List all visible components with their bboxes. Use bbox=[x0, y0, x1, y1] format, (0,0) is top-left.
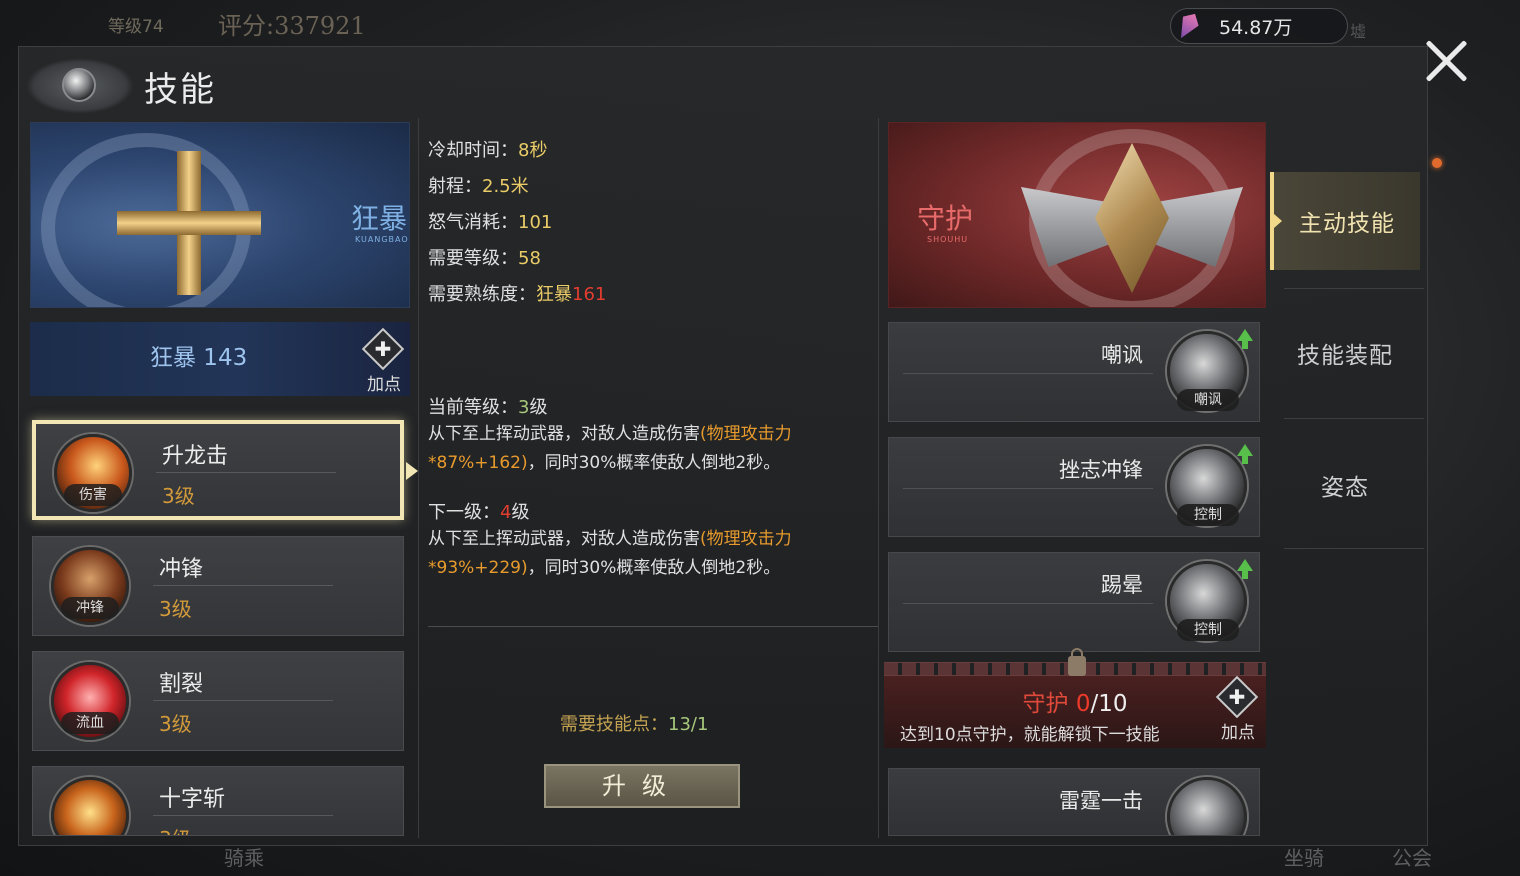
plus-icon: ✚ bbox=[1228, 685, 1246, 709]
tab-stance[interactable]: 姿态 bbox=[1270, 436, 1420, 534]
guard-progress-panel: 守护 0/10 达到10点守护，就能解锁下一技能 ✚ 加点 bbox=[884, 675, 1266, 748]
skill-tag: 冲锋 bbox=[61, 597, 119, 619]
skill-item-tiyun[interactable]: 踢晕 控制 bbox=[888, 552, 1260, 652]
bottom-guild-label[interactable]: 公会 bbox=[1392, 842, 1432, 871]
notification-dot bbox=[1432, 158, 1442, 168]
skill-name: 嘲讽 bbox=[1101, 343, 1143, 367]
thunder-strike-icon bbox=[1167, 777, 1247, 835]
skill-item-chongfeng[interactable]: 冲锋 冲锋 3级 bbox=[32, 536, 404, 636]
skill-emblem-icon bbox=[26, 50, 136, 120]
cooldown-value: 8秒 bbox=[518, 140, 548, 161]
skill-tag: 嘲讽 bbox=[1177, 389, 1239, 411]
upgrade-arrow-icon bbox=[1237, 444, 1253, 464]
required-skill-points: 需要技能点：13/1 bbox=[560, 714, 709, 735]
upgrade-arrow-icon bbox=[1237, 559, 1253, 579]
guard-add-point-button[interactable]: ✚ 加点 bbox=[1214, 675, 1262, 743]
req-prof-value: 161 bbox=[572, 284, 607, 305]
bottom-left-label: 骑乘 bbox=[224, 846, 264, 870]
skill-name: 十字斩 bbox=[159, 787, 226, 812]
gem-icon bbox=[1173, 9, 1203, 42]
skill-item-leitingyiji[interactable]: 雷霆一击 bbox=[888, 768, 1260, 836]
guard-unlock-hint: 达到10点守护，就能解锁下一技能 bbox=[900, 725, 1160, 745]
add-point-button[interactable]: ✚ 加点 bbox=[360, 327, 408, 395]
guard-class-pinyin: SHOUHU bbox=[927, 235, 969, 244]
skill-item-shenglongji[interactable]: 伤害 升龙击 3级 bbox=[32, 420, 404, 520]
guard-class-name: 守护 bbox=[917, 202, 974, 235]
next-level-value: 4 bbox=[500, 502, 512, 523]
range-row: 射程：2.5米 bbox=[428, 176, 529, 197]
skill-tag: 伤害 bbox=[64, 484, 122, 506]
rage-row: 怒气消耗：101 bbox=[428, 212, 553, 233]
upgrade-button[interactable]: 升级 bbox=[544, 764, 740, 808]
skill-level: 3级 bbox=[159, 823, 192, 835]
req-proficiency-row: 需要熟练度：狂暴161 bbox=[428, 284, 607, 305]
skill-level: 3级 bbox=[159, 597, 192, 621]
skill-level: 3级 bbox=[159, 712, 192, 736]
tab-active-skills[interactable]: 主动技能 bbox=[1270, 172, 1420, 270]
skill-level: 3级 bbox=[162, 484, 195, 508]
add-point-label: 加点 bbox=[1221, 723, 1255, 743]
upgrade-arrow-icon bbox=[1237, 329, 1253, 349]
lock-icon bbox=[1068, 648, 1086, 676]
current-level-desc: 从下至上挥动武器，对敌人造成伤害(物理攻击力*87%+162)，同时30%概率使… bbox=[428, 424, 792, 473]
page-title: 技能 bbox=[144, 70, 216, 110]
current-level-row: 当前等级：3级 bbox=[428, 397, 548, 418]
player-level: 等级74 bbox=[108, 17, 164, 37]
class-pinyin: KUANGBAO bbox=[355, 235, 409, 244]
current-level-value: 3 bbox=[518, 397, 530, 418]
skill-name: 冲锋 bbox=[159, 557, 204, 582]
skill-item-chaofeng[interactable]: 嘲讽 嘲讽 bbox=[888, 322, 1260, 422]
skill-name: 割裂 bbox=[159, 672, 204, 697]
guard-progress-label: 守护 0/10 bbox=[1022, 691, 1128, 717]
req-level-row: 需要等级：58 bbox=[428, 248, 541, 269]
add-point-label: 加点 bbox=[367, 375, 401, 395]
skill-name: 挫志冲锋 bbox=[1059, 458, 1143, 482]
class-proficiency-label: 狂暴 143 bbox=[150, 345, 248, 371]
bottom-mount-label[interactable]: 坐骑 bbox=[1284, 842, 1324, 871]
class-name: 狂暴 bbox=[351, 202, 408, 235]
rage-value: 101 bbox=[518, 212, 553, 233]
class-banner-kuangbao: 狂暴 KUANGBAO bbox=[30, 122, 410, 308]
plus-icon: ✚ bbox=[374, 337, 392, 361]
skill-tag: 控制 bbox=[1177, 619, 1239, 641]
skill-item-gelie[interactable]: 流血 割裂 3级 bbox=[32, 651, 404, 751]
tab-skill-loadout[interactable]: 技能装配 bbox=[1270, 304, 1420, 402]
selection-arrow-icon bbox=[406, 462, 418, 480]
skill-tag: 控制 bbox=[1177, 504, 1239, 526]
class-proficiency-bar: 狂暴 143 ✚ 加点 bbox=[30, 322, 410, 396]
cooldown-row: 冷却时间：8秒 bbox=[428, 140, 548, 161]
close-icon[interactable] bbox=[1422, 36, 1472, 86]
skill-name: 雷霆一击 bbox=[1059, 789, 1143, 813]
class-banner-shouhu: 守护 SHOUHU bbox=[888, 122, 1266, 308]
skill-tag: 流血 bbox=[61, 712, 119, 734]
skill-name: 升龙击 bbox=[162, 444, 229, 469]
hud-side-label: 墟 bbox=[1350, 22, 1367, 41]
skill-item-shizizhan[interactable]: 十字斩 3级 bbox=[32, 766, 404, 836]
req-prof-name: 狂暴 bbox=[536, 284, 572, 305]
next-level-row: 下一级：4级 bbox=[428, 502, 530, 523]
skill-item-cuozhichongfeng[interactable]: 挫志冲锋 控制 bbox=[888, 437, 1260, 537]
player-score: 评分:337921 bbox=[218, 12, 366, 40]
next-level-desc: 从下至上挥动武器，对敌人造成伤害(物理攻击力*93%+229)，同时30%概率使… bbox=[428, 529, 792, 578]
req-level-value: 58 bbox=[518, 248, 541, 269]
cross-slash-icon bbox=[51, 777, 129, 835]
skill-name: 踢晕 bbox=[1101, 573, 1143, 597]
skill-points-value: 13/1 bbox=[668, 714, 709, 735]
currency-display[interactable]: 54.87万 bbox=[1170, 8, 1348, 44]
range-value: 2.5米 bbox=[482, 176, 529, 197]
currency-amount: 54.87万 bbox=[1219, 16, 1293, 39]
